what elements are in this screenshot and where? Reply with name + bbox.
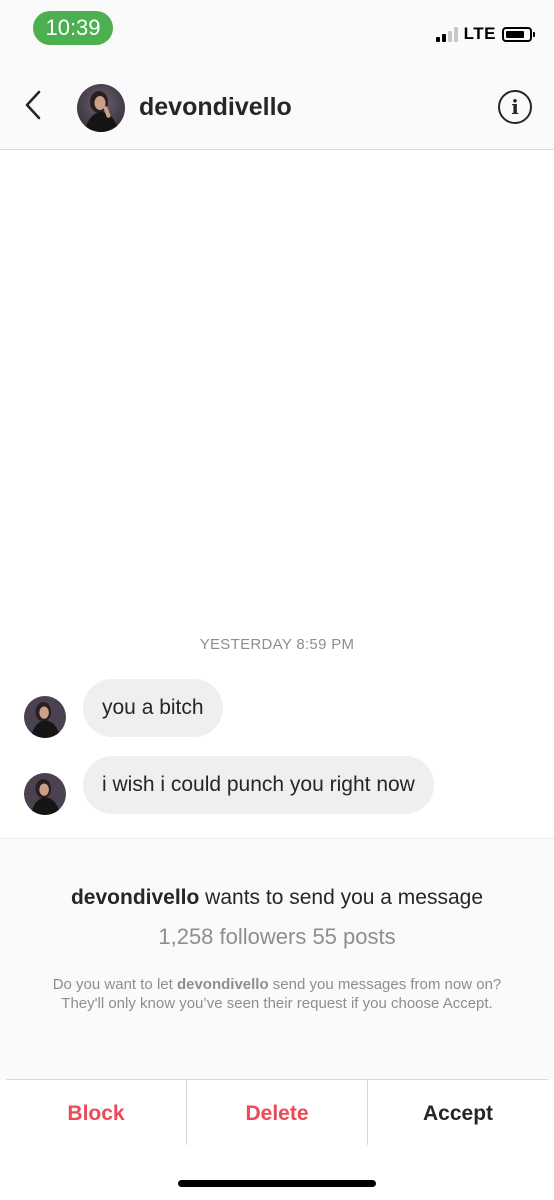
info-button[interactable]: i (498, 90, 532, 124)
battery-icon (502, 26, 535, 42)
message-bubble[interactable]: you a bitch (83, 679, 223, 737)
cellular-signal-icon (435, 26, 458, 42)
header-username[interactable]: devondivello (139, 93, 292, 122)
request-title-text: wants to send you a message (199, 886, 484, 909)
request-username: devondivello (70, 886, 200, 909)
status-time: 10:39 (33, 11, 113, 45)
request-description: Do you want to let devondivello send you… (50, 975, 504, 1013)
accept-button[interactable]: Accept (368, 1080, 548, 1145)
request-stats: 1,258 followers 55 posts (158, 924, 396, 949)
status-bar: 10:39 LTE (0, 0, 554, 60)
message-row: you a bitch (24, 678, 223, 738)
chevron-left-icon (25, 90, 41, 120)
request-body-username: devondivello (176, 976, 269, 993)
sender-avatar[interactable] (24, 773, 66, 815)
status-indicators: LTE (435, 22, 535, 46)
conversation-header: devondivello i (0, 60, 554, 150)
message-row: i wish i could punch you right now (24, 755, 434, 815)
home-indicator[interactable] (178, 1180, 376, 1187)
message-timestamp: YESTERDAY 8:59 PM (199, 636, 355, 653)
delete-button[interactable]: Delete (186, 1080, 368, 1145)
request-action-bar: Block Delete Accept (6, 1079, 548, 1145)
info-icon: i (511, 95, 519, 119)
network-type: LTE (463, 24, 496, 43)
back-button[interactable] (20, 88, 50, 122)
header-avatar[interactable] (77, 84, 125, 132)
sender-avatar[interactable] (24, 696, 66, 738)
message-request-panel: devondivello wants to send you a message… (0, 838, 554, 1080)
request-title: devondivello wants to send you a message (0, 886, 554, 910)
block-button[interactable]: Block (6, 1080, 186, 1145)
request-body-prefix: Do you want to let (52, 976, 177, 993)
message-bubble[interactable]: i wish i could punch you right now (83, 756, 434, 814)
